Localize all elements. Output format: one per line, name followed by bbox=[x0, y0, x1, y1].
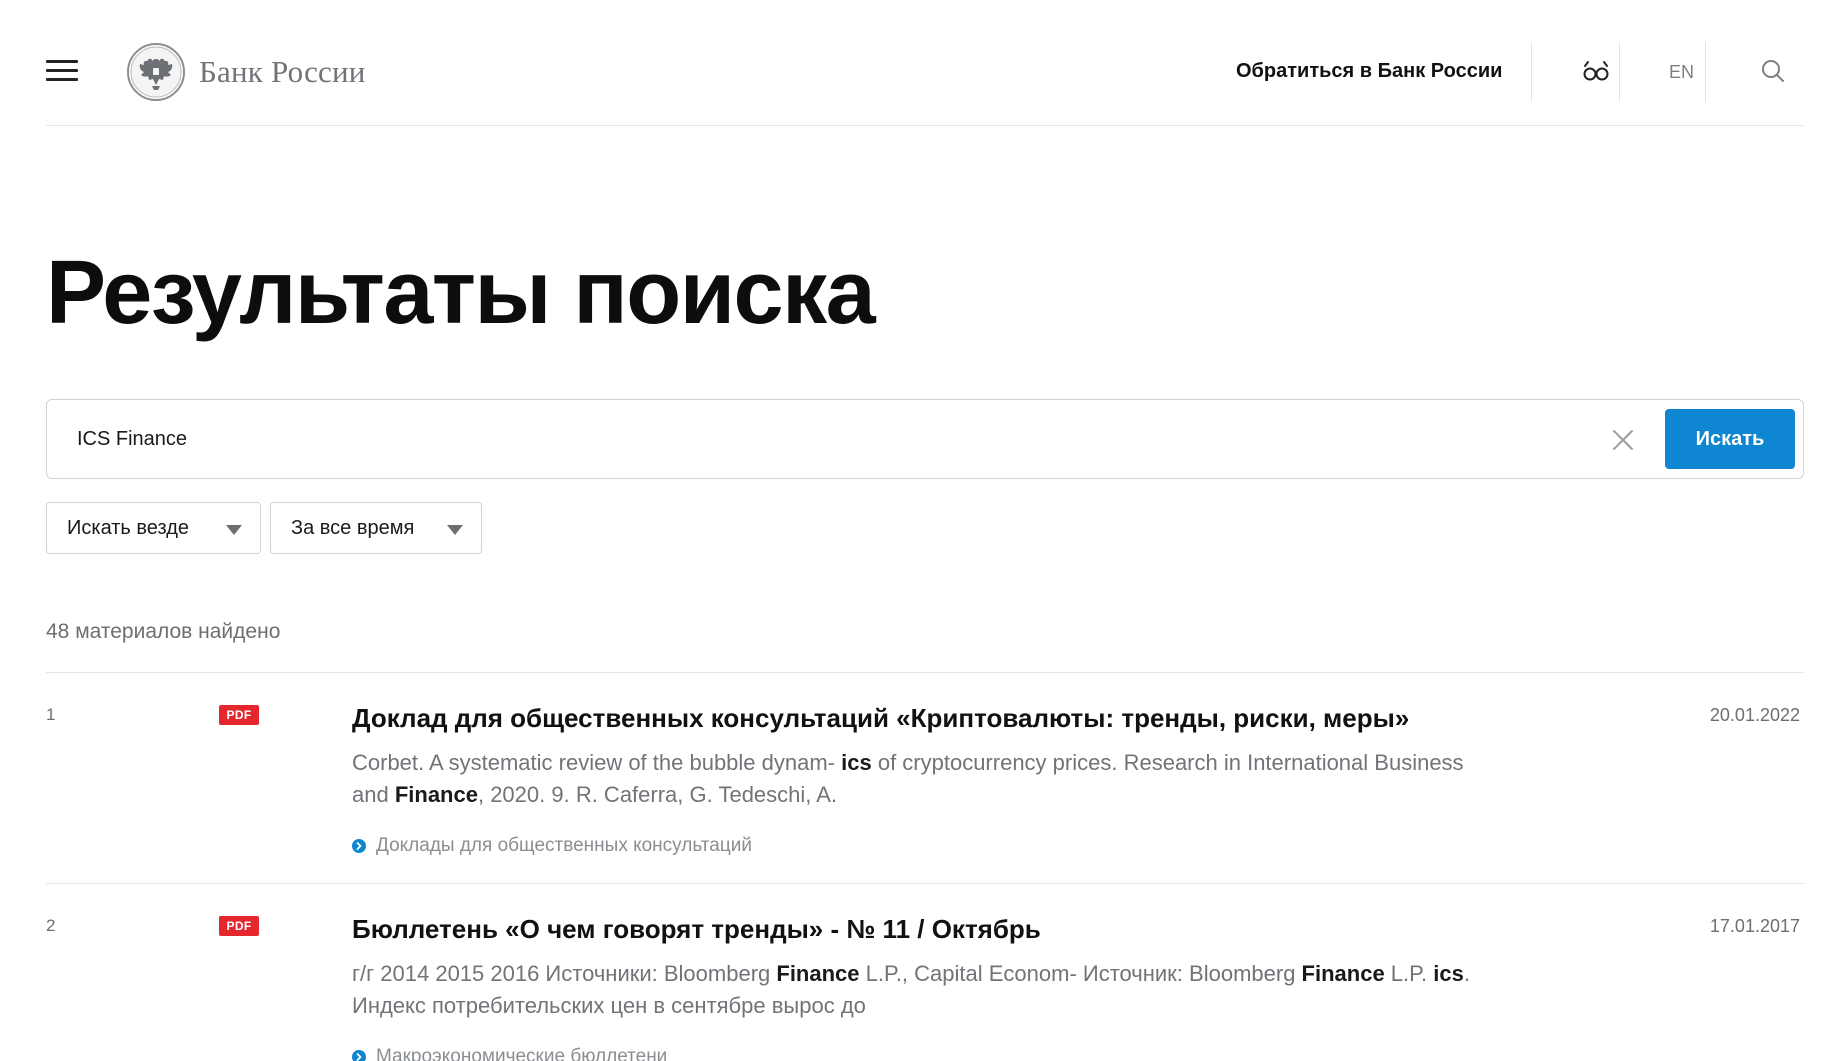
search-icon[interactable] bbox=[1760, 58, 1786, 84]
period-filter-select[interactable]: За все время bbox=[270, 502, 482, 554]
header-divider bbox=[1705, 42, 1706, 102]
header-divider bbox=[1619, 42, 1620, 102]
eagle-emblem-icon bbox=[127, 43, 185, 101]
menu-hamburger-icon[interactable] bbox=[46, 60, 78, 84]
results-count: 48 материалов найдено bbox=[46, 620, 281, 643]
search-input[interactable] bbox=[77, 414, 1577, 464]
scope-filter-label: Искать везде bbox=[67, 516, 189, 539]
search-button[interactable]: Искать bbox=[1665, 409, 1795, 469]
arrow-circle-right-icon bbox=[352, 1050, 366, 1061]
result-item: 2 PDF Бюллетень «О чем говорят тренды» -… bbox=[46, 883, 1804, 1061]
result-item: 1 PDF Доклад для общественных консультац… bbox=[46, 672, 1804, 884]
page-title: Результаты поиска bbox=[46, 243, 876, 343]
language-switch-en[interactable]: EN bbox=[1669, 62, 1694, 83]
glasses-icon[interactable] bbox=[1582, 60, 1610, 82]
arrow-circle-right-icon bbox=[352, 839, 366, 853]
pdf-badge: PDF bbox=[219, 916, 259, 936]
result-date: 20.01.2022 bbox=[1709, 705, 1800, 725]
result-snippet: г/г 2014 2015 2016 Источники: Bloomberg … bbox=[352, 961, 1470, 1018]
close-icon[interactable] bbox=[1611, 428, 1635, 452]
site-header: Банк России Обратиться в Банк России EN bbox=[46, 0, 1804, 126]
result-number: 2 bbox=[46, 916, 56, 935]
scope-filter-select[interactable]: Искать везде bbox=[46, 502, 261, 554]
contact-bank-link[interactable]: Обратиться в Банк России bbox=[1236, 60, 1502, 83]
result-title-link[interactable]: Доклад для общественных консультаций «Кр… bbox=[352, 703, 1409, 734]
result-date: 17.01.2017 bbox=[1709, 916, 1800, 936]
period-filter-label: За все время bbox=[291, 516, 415, 539]
result-category-label: Доклады для общественных консультаций bbox=[376, 835, 752, 856]
result-snippet: Corbet. A systematic review of the bubbl… bbox=[352, 750, 1464, 807]
result-category-label: Макроэкономические бюллетени bbox=[376, 1046, 668, 1061]
header-divider bbox=[1531, 42, 1532, 102]
result-title-link[interactable]: Бюллетень «О чем говорят тренды» - № 11 … bbox=[352, 914, 1041, 945]
caret-down-icon bbox=[226, 525, 242, 535]
logo-text: Банк России bbox=[199, 54, 366, 89]
result-category-link[interactable]: Доклады для общественных консультаций bbox=[352, 835, 752, 857]
pdf-badge: PDF bbox=[219, 705, 259, 725]
caret-down-icon bbox=[447, 525, 463, 535]
bank-logo[interactable]: Банк России bbox=[126, 42, 366, 102]
result-category-link[interactable]: Макроэкономические бюллетени bbox=[352, 1046, 667, 1061]
result-number: 1 bbox=[46, 705, 56, 724]
search-box: Искать bbox=[46, 399, 1804, 479]
